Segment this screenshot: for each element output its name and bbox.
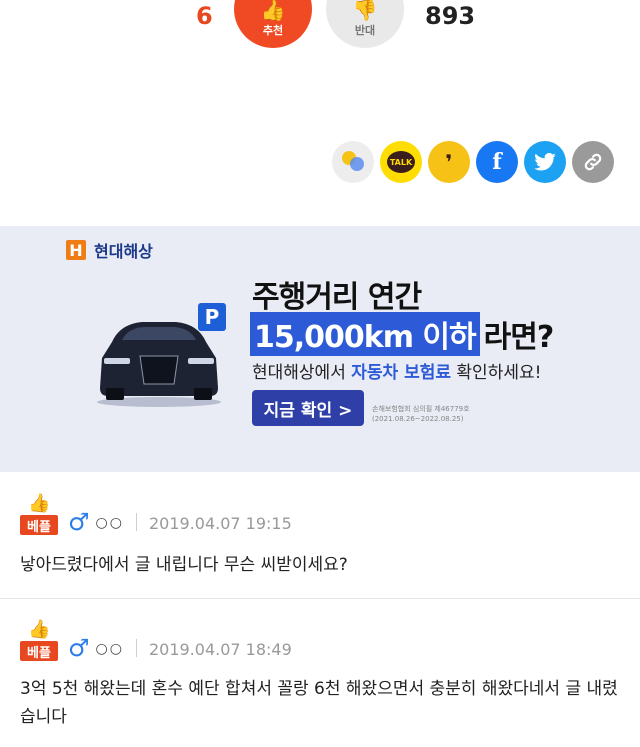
band-share-button[interactable]: ❜ xyxy=(428,141,470,183)
thumbs-up-icon: 👍 xyxy=(28,619,51,640)
best-comment-badge: 👍 베플 xyxy=(20,619,58,661)
copy-link-button[interactable] xyxy=(572,141,614,183)
comment-meta: 👍 베플 ♂ ○○ 2019.04.07 18:49 xyxy=(20,619,292,662)
car-image xyxy=(97,322,221,407)
downvote-count: 893 xyxy=(425,2,476,30)
male-icon: ♂ xyxy=(68,508,90,536)
thumbs-up-icon: 👍 xyxy=(28,493,51,514)
comment-date: 2019.04.07 18:49 xyxy=(148,640,292,659)
ad-sub-post: 확인하세요! xyxy=(451,363,542,383)
divider xyxy=(135,639,137,657)
vote-bar: 6 👍 추천 👎 반대 893 xyxy=(0,0,640,70)
ad-banner[interactable]: H 현대해상 P 주행거리 연간 15,000km 이하 라면? 현대해상에서 … xyxy=(0,226,640,472)
ad-headline-1: 주행거리 연간 xyxy=(252,280,422,315)
ad-brand: H 현대해상 xyxy=(66,238,153,262)
kakaotalk-icon: TALK xyxy=(387,151,415,173)
best-comment-badge: 👍 베플 xyxy=(20,493,58,535)
facebook-share-button[interactable]: f xyxy=(476,141,518,183)
comment-nickname[interactable]: ○○ xyxy=(96,641,124,657)
comment-item: 👍 베플 ♂ ○○ 2019.04.07 19:15 낳아드렸다에서 글 내립니… xyxy=(0,473,640,598)
ad-legal-text: 손해보험협회 심의필 제46779호 (2021.08.26~2022.08.2… xyxy=(372,404,470,424)
hyundai-marine-logo-icon: H xyxy=(66,240,86,260)
kakaotalk-share-button[interactable]: TALK xyxy=(380,141,422,183)
ad-headline-rest: 라면? xyxy=(483,320,555,355)
facebook-icon: f xyxy=(492,149,502,175)
comment-item: 👍 베플 ♂ ○○ 2019.04.07 18:49 3억 5천 해왔는데 혼수… xyxy=(0,598,640,747)
divider xyxy=(135,513,137,531)
ad-subtext: 현대해상에서 자동차 보험료 확인하세요! xyxy=(252,358,541,383)
comment-meta: 👍 베플 ♂ ○○ 2019.04.07 19:15 xyxy=(20,493,292,536)
ad-sub-accent: 자동차 보험료 xyxy=(351,363,452,383)
comment-date: 2019.04.07 19:15 xyxy=(148,514,292,533)
downvote-button[interactable]: 👎 반대 xyxy=(326,0,404,48)
kakaostory-share-button[interactable] xyxy=(332,141,374,183)
comment-text: 낳아드렸다에서 글 내립니다 무슨 씨받이세요? xyxy=(20,555,348,575)
thumbs-down-icon: 👎 xyxy=(352,0,378,22)
ad-sub-pre: 현대해상에서 xyxy=(252,363,352,383)
ad-headline-2: 15,000km 이하 라면? xyxy=(250,312,555,356)
comment-text: 3억 5천 해왔는데 혼수 예단 합쳐서 꼴랑 6천 해왔으면서 충분히 해왔다… xyxy=(20,679,618,727)
upvote-button[interactable]: 👍 추천 xyxy=(234,0,312,48)
twitter-icon xyxy=(534,153,556,171)
ad-legal-line-2: (2021.08.26~2022.08.25) xyxy=(372,415,464,423)
thumbs-up-icon: 👍 xyxy=(260,0,286,22)
ad-brand-name: 현대해상 xyxy=(94,242,153,261)
ad-headline-highlight: 15,000km 이하 xyxy=(250,312,480,356)
male-icon: ♂ xyxy=(68,634,90,662)
upvote-count: 6 xyxy=(196,2,213,30)
downvote-label: 반대 xyxy=(354,24,376,37)
share-row: TALK ❜ f xyxy=(332,141,614,185)
ad-legal-line-1: 손해보험협회 심의필 제46779호 xyxy=(372,405,470,413)
kakaostory-icon xyxy=(340,151,366,173)
ad-cta-button[interactable]: 지금 확인 > xyxy=(252,390,364,426)
upvote-label: 추천 xyxy=(262,24,284,37)
best-badge-label: 베플 xyxy=(20,515,58,535)
link-icon xyxy=(584,153,602,171)
comment-nickname[interactable]: ○○ xyxy=(96,515,124,531)
twitter-share-button[interactable] xyxy=(524,141,566,183)
band-icon: ❜ xyxy=(445,150,453,174)
best-badge-label: 베플 xyxy=(20,641,58,661)
